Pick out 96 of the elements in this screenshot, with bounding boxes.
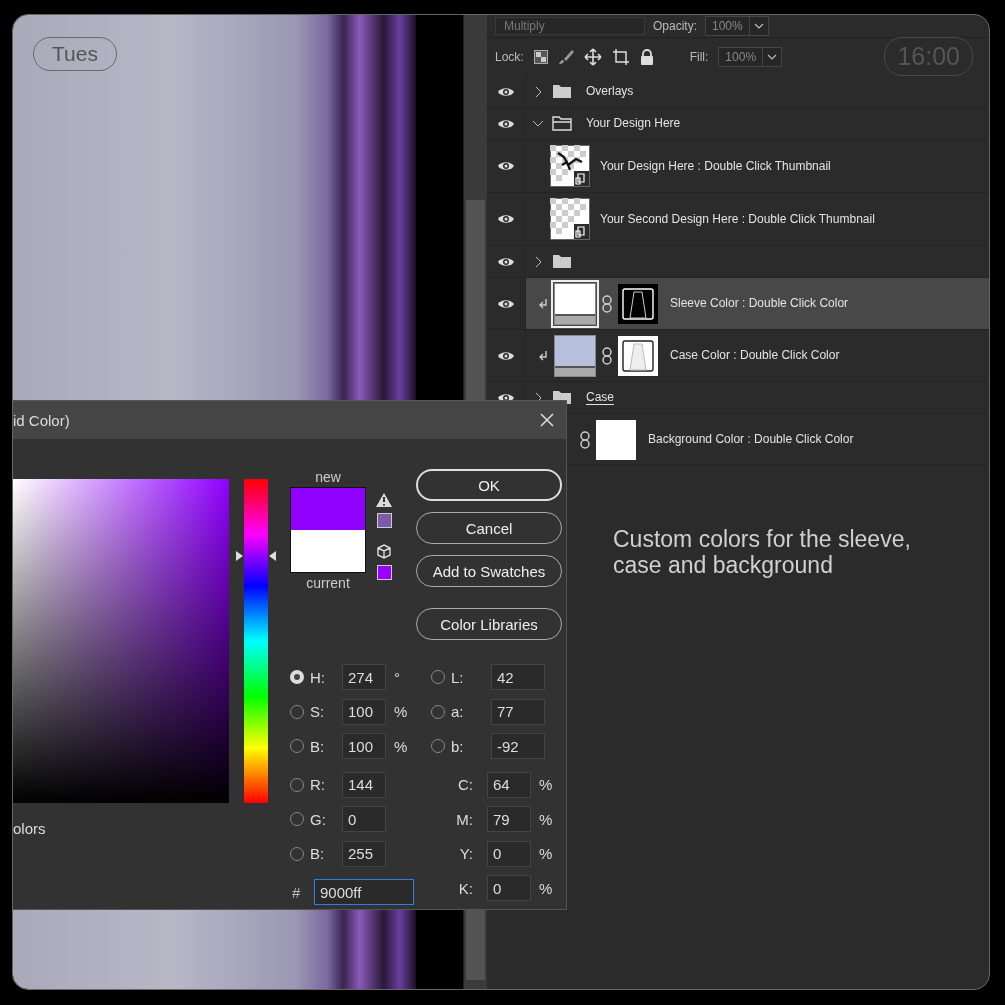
dialog-button[interactable]: Color Libraries xyxy=(416,608,562,640)
layer-row[interactable]: Your Design Here : Double Click Thumbnail xyxy=(487,140,989,193)
opacity-field[interactable]: 100% xyxy=(705,16,769,36)
eye-icon[interactable] xyxy=(497,117,515,130)
design-thumbnail-icon[interactable] xyxy=(550,198,590,240)
field-label: B: xyxy=(310,845,326,863)
value-field[interactable]: 144 xyxy=(342,771,386,798)
lock-label: Lock: xyxy=(495,50,524,64)
layer-mask-thumbnail[interactable] xyxy=(618,335,658,376)
folder-icon xyxy=(552,84,572,99)
eye-icon[interactable] xyxy=(497,297,515,310)
layer-row[interactable]: Case Color : Double Click Color xyxy=(487,330,989,382)
dialog-button[interactable]: OK xyxy=(416,469,562,501)
folder-icon xyxy=(552,116,572,131)
unit-label: ° xyxy=(394,668,401,686)
gamut-swatch[interactable] xyxy=(376,513,392,528)
layer-row[interactable]: Overlays xyxy=(487,76,989,108)
color-fill-thumbnail[interactable] xyxy=(554,282,596,325)
current-label: current xyxy=(306,575,350,591)
chevron-down-icon[interactable] xyxy=(532,119,544,128)
value-field[interactable]: 100 xyxy=(342,733,386,760)
field-label: L: xyxy=(451,668,465,686)
field-label: B: xyxy=(310,737,326,755)
field-label: H: xyxy=(310,668,326,686)
lock-icon[interactable] xyxy=(639,49,654,65)
close-icon[interactable] xyxy=(540,413,554,427)
eye-icon[interactable] xyxy=(497,213,515,225)
move-icon[interactable] xyxy=(583,48,602,66)
link-icon[interactable] xyxy=(580,430,590,449)
unit-label: % xyxy=(394,737,408,755)
value-field[interactable]: 79 xyxy=(487,806,531,833)
opacity-label: Opacity: xyxy=(653,19,697,33)
link-icon[interactable] xyxy=(602,346,612,365)
eye-icon[interactable] xyxy=(497,349,515,362)
value-field[interactable]: 274 xyxy=(342,664,386,691)
field-label: Y: xyxy=(458,845,473,863)
eye-icon[interactable] xyxy=(497,160,515,172)
layer-name: Your Second Design Here : Double Click Thumbnail xyxy=(600,211,875,227)
color-fill-thumbnail[interactable] xyxy=(554,334,596,377)
layer-mask-thumbnail[interactable] xyxy=(596,419,636,460)
new-label: new xyxy=(315,469,341,485)
cube-icon xyxy=(377,544,391,559)
fill-label: Fill: xyxy=(689,50,709,64)
layer-name: Case xyxy=(586,390,614,405)
web-colors-label: olors xyxy=(13,820,47,837)
unit-label: % xyxy=(539,879,553,897)
value-field[interactable]: 0 xyxy=(342,806,386,833)
link-icon[interactable] xyxy=(602,294,612,313)
field-label: C: xyxy=(457,776,473,794)
hex-field[interactable]: 9000ff xyxy=(314,879,414,906)
eye-icon[interactable] xyxy=(497,85,515,98)
web-safe-swatch[interactable] xyxy=(376,565,392,580)
caption-text: Custom colors for the sleeve, case and background xyxy=(613,526,912,578)
layer-row[interactable]: Your Design Here xyxy=(487,108,989,140)
layer-name: Overlays xyxy=(586,84,634,99)
value-field[interactable]: 0 xyxy=(487,875,531,902)
layer-name: Case Color : Double Click Color xyxy=(670,348,840,363)
unit-label: % xyxy=(539,810,553,828)
layer-name: Your Design Here : Double Click Thumbnail xyxy=(600,158,831,174)
field-label: K: xyxy=(457,879,473,897)
value-field[interactable]: 0 xyxy=(487,840,531,867)
value-field[interactable]: 77 xyxy=(491,698,545,725)
crop-icon[interactable] xyxy=(611,48,630,66)
layer-name: Sleeve Color : Double Click Color xyxy=(670,296,849,311)
value-field[interactable]: -92 xyxy=(491,733,545,760)
unit-label: % xyxy=(539,776,553,794)
design-thumbnail-icon[interactable] xyxy=(550,145,590,187)
folder-icon xyxy=(552,254,572,269)
field-label: R: xyxy=(310,776,326,794)
field-label: S: xyxy=(310,703,326,721)
layer-row[interactable]: Your Second Design Here : Double Click Thumbnail xyxy=(487,193,989,246)
layer-name: Your Design Here xyxy=(586,116,681,131)
field-label: M: xyxy=(455,810,473,828)
checkerboard-icon[interactable] xyxy=(533,50,548,64)
fill-field[interactable]: 100% xyxy=(718,47,783,67)
unit-label: % xyxy=(394,703,408,721)
eye-icon[interactable] xyxy=(497,255,515,268)
field-label: G: xyxy=(310,810,327,828)
brush-icon[interactable] xyxy=(557,49,574,65)
unit-label: % xyxy=(539,845,553,863)
hex-label: # xyxy=(292,883,302,901)
field-label: b: xyxy=(451,737,465,755)
dialog-title: id Color) xyxy=(13,411,70,429)
value-field[interactable]: 100 xyxy=(342,698,386,725)
dialog-button[interactable]: Cancel xyxy=(416,512,562,544)
current-color-swatch[interactable] xyxy=(291,530,365,572)
hue-slider[interactable] xyxy=(236,479,276,803)
layer-name: Background Color : Double Click Color xyxy=(648,432,854,447)
field-label: a: xyxy=(451,703,465,721)
value-field[interactable]: 42 xyxy=(491,664,545,691)
value-field[interactable]: 64 xyxy=(487,771,531,798)
warning-icon xyxy=(376,493,392,507)
color-field[interactable] xyxy=(13,479,229,803)
dialog-button[interactable]: Add to Swatches xyxy=(416,555,562,587)
value-field[interactable]: 255 xyxy=(342,840,386,867)
layer-mask-thumbnail[interactable] xyxy=(618,283,658,324)
